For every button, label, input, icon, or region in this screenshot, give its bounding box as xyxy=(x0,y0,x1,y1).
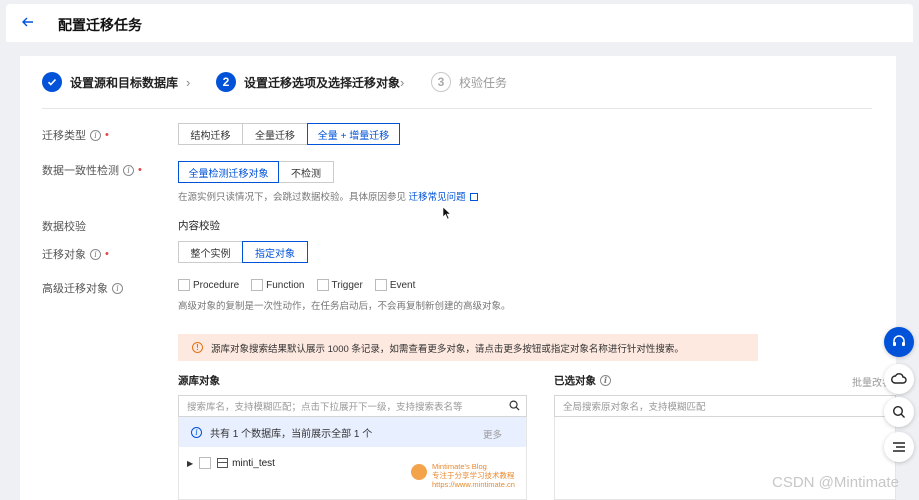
consistency-check-label: 数据一致性检测 i • xyxy=(42,164,142,177)
check-icon xyxy=(42,72,62,92)
support-button[interactable] xyxy=(884,327,914,357)
data-verify-label: 数据校验 xyxy=(42,221,86,233)
migration-type-selector: 结构迁移 全量迁移 全量 + 增量迁移 xyxy=(178,123,400,145)
info-icon: i xyxy=(191,426,202,438)
info-icon[interactable]: i xyxy=(112,282,123,294)
migration-object-selector: 整个实例 指定对象 xyxy=(178,241,308,263)
cloud-icon xyxy=(891,373,907,384)
advanced-objects-label: 高级迁移对象 i xyxy=(42,280,123,296)
option-full-incremental[interactable]: 全量 + 增量迁移 xyxy=(307,123,400,145)
option-structure[interactable]: 结构迁移 xyxy=(178,123,243,145)
tree-row[interactable]: ▶ minti_test xyxy=(187,457,275,469)
info-icon[interactable]: i xyxy=(123,164,134,176)
option-whole-instance[interactable]: 整个实例 xyxy=(178,241,243,263)
floating-search-button[interactable] xyxy=(884,397,914,427)
headset-icon xyxy=(893,335,905,346)
step-label: 设置迁移选项及选择迁移对象 xyxy=(244,75,401,90)
more-button[interactable]: 更多 xyxy=(483,427,502,441)
mouse-cursor-icon xyxy=(442,206,452,220)
divider xyxy=(42,108,872,109)
advanced-objects-hint: 高级对象的复制是一次性动作，在任务启动后，不会再复制新创建的高级对象。 xyxy=(178,301,511,312)
search-icon[interactable] xyxy=(509,400,520,411)
step-2: 2 设置迁移选项及选择迁移对象 xyxy=(216,72,400,92)
step-number: 2 xyxy=(216,72,236,92)
stepper: 设置源和目标数据库 › 2 设置迁移选项及选择迁移对象 › 3 校验任务 xyxy=(42,72,872,96)
step-label: 校验任务 xyxy=(459,75,508,90)
checkbox-trigger[interactable]: Trigger xyxy=(316,279,363,291)
migration-object-label: 迁移对象 i • xyxy=(42,248,109,261)
chevron-right-icon: › xyxy=(400,75,405,90)
csdn-watermark: CSDN @Mintimate xyxy=(772,474,899,491)
caret-right-icon[interactable]: ▶ xyxy=(187,459,193,468)
data-verify-value: 内容校验 xyxy=(178,220,220,232)
consistency-check-selector: 全量检测迁移对象 不检测 xyxy=(178,161,334,183)
list-button[interactable] xyxy=(884,432,914,462)
search-icon xyxy=(892,405,905,418)
info-icon[interactable]: i xyxy=(90,129,101,141)
list-icon xyxy=(893,442,905,452)
external-link-icon[interactable] xyxy=(469,193,478,201)
step-3: 3 校验任务 xyxy=(431,72,507,92)
main-card: 设置源和目标数据库 › 2 设置迁移选项及选择迁移对象 › 3 校验任务 迁移类… xyxy=(20,56,896,500)
search-limit-notice: ! 源库对象搜索结果默认展示 1000 条记录，如需查看更多对象，请点击更多按钮… xyxy=(178,334,758,361)
option-no-check[interactable]: 不检测 xyxy=(278,161,334,183)
faq-link[interactable]: 迁移常见问题 xyxy=(409,192,466,203)
step-number: 3 xyxy=(431,72,451,92)
step-1: 设置源和目标数据库 xyxy=(42,72,178,92)
info-icon[interactable]: i xyxy=(600,375,611,386)
checkbox-procedure[interactable]: Procedure xyxy=(178,279,239,291)
tree-item-label: minti_test xyxy=(232,457,275,469)
option-full[interactable]: 全量迁移 xyxy=(242,123,308,145)
option-full-check[interactable]: 全量检测迁移对象 xyxy=(178,161,279,183)
step-label: 设置源和目标数据库 xyxy=(70,75,179,90)
source-info-bar: i 共有 1 个数据库，当前展示全部 1 个 更多 xyxy=(179,417,526,447)
migration-type-label: 迁移类型 i • xyxy=(42,129,109,142)
option-specified-objects[interactable]: 指定对象 xyxy=(242,241,308,263)
back-arrow-icon[interactable] xyxy=(20,14,36,30)
consistency-hint: 在源实例只读情况下，会跳过数据校验。具体原因参见 迁移常见问题 xyxy=(178,189,478,203)
info-icon[interactable]: i xyxy=(90,248,101,260)
dest-panel-title: 已选对象 i xyxy=(554,373,611,388)
tree-checkbox[interactable] xyxy=(199,457,212,469)
warning-icon: ! xyxy=(192,342,203,353)
blog-watermark: Mintimate's Blog 专注于分享学习技术教程 https://www… xyxy=(432,462,515,489)
dest-search-input[interactable]: 全局搜索原对象名，支持模糊匹配 xyxy=(554,395,896,417)
database-icon xyxy=(217,458,229,468)
cloud-button[interactable] xyxy=(884,364,914,394)
checkbox-event[interactable]: Event xyxy=(374,279,415,291)
source-panel-title: 源库对象 xyxy=(178,375,220,387)
checkbox-function[interactable]: Function xyxy=(251,279,305,291)
page-title: 配置迁移任务 xyxy=(58,17,142,33)
blog-logo-icon xyxy=(411,464,427,480)
advanced-objects-checkboxes: Procedure Function Trigger Event xyxy=(178,279,427,291)
top-bar: 配置迁移任务 xyxy=(6,4,913,42)
chevron-right-icon: › xyxy=(186,75,191,90)
source-search-input[interactable]: 搜索库名，支持模糊匹配；点击下拉展开下一级，支持搜索表名等 xyxy=(178,395,527,417)
